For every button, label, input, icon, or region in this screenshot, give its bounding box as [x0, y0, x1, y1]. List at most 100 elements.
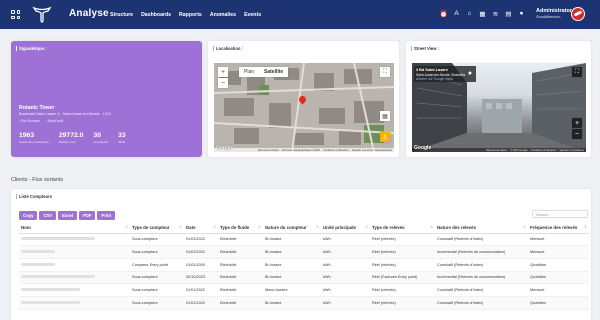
cell-unite: kWh	[321, 258, 370, 272]
signaletique-card: Signalétique : Rotanic Tower Boulevard S…	[11, 41, 202, 157]
street-view-panorama[interactable]: 3 Bd Saint-Lazare Saint-Josse-ten-Noode,…	[412, 63, 586, 152]
zoom-out-button[interactable]: −	[572, 129, 582, 139]
streetview-maps-link[interactable]: Afficher sur Google Maps	[416, 77, 453, 81]
wifi-icon[interactable]: ≋	[492, 10, 499, 18]
fullscreen-icon[interactable]: ⛶	[380, 67, 390, 77]
alarm-clock-icon[interactable]: ⏰	[439, 10, 447, 18]
col-type-releves[interactable]: Type de relevés	[370, 222, 435, 234]
table-row[interactable]: Compteur Entry point 01/01/2000 Electricit…	[19, 258, 589, 272]
layers-icon[interactable]: ▦	[380, 111, 390, 121]
streetview-pin-icon[interactable]: ●	[465, 68, 475, 78]
copy-button[interactable]: Copy	[19, 211, 38, 220]
col-type-compteur[interactable]: Type de compteur	[130, 222, 184, 234]
redacted-name-placeholder	[21, 262, 55, 266]
map-terms-link[interactable]: Conditions d'utilisation	[323, 149, 349, 152]
meter-list-title: Liste Compteurs	[16, 194, 52, 199]
cell-date: 01/01/2022	[184, 233, 218, 247]
excel-button[interactable]: Excel	[58, 211, 78, 220]
col-unite[interactable]: Unité principale	[321, 222, 370, 234]
brand-logo[interactable]	[32, 4, 52, 24]
cell-frequence: Mensuel	[528, 233, 589, 247]
cell-frequence: Quotidien	[528, 258, 589, 272]
user-info[interactable]: Administrator GoodAfternoon	[536, 8, 572, 19]
nav-rapports[interactable]: Rapports	[179, 12, 202, 18]
cell-type-fluide: Electricité	[218, 296, 263, 310]
cell-type-fluide: Electricité	[218, 245, 263, 259]
redacted-name-placeholder	[21, 250, 55, 254]
cell-type-compteur: Sous-compteur	[130, 233, 184, 247]
cell-type-compteur: Sous-compteur	[130, 296, 184, 310]
cell-nature-releves: Incrémental (Relevés de consommation)	[435, 271, 528, 285]
cell-type-compteur: Compteur Entry point	[130, 258, 184, 272]
building-stats: 1963 Année de construction 29772.0 Surfa…	[19, 132, 126, 144]
col-nature-releves[interactable]: Nature des relevés	[435, 222, 528, 234]
table-search-input[interactable]: Search...	[532, 210, 588, 218]
cell-type-releves: Réel (relevés)	[370, 245, 435, 259]
sv-shortcuts-link[interactable]: Raccourcis clavier	[486, 149, 507, 152]
cell-type-releves: Réel (relevés)	[370, 296, 435, 310]
redacted-name-placeholder	[21, 300, 80, 304]
location-icon[interactable]: ●	[518, 10, 525, 17]
cell-type-releves: Réel (Factures Entry point)	[370, 271, 435, 285]
table-row[interactable]: Sous-compteur 01/01/2022 Electricité Bi-hor…	[19, 233, 589, 247]
sv-report-link[interactable]: Signaler un problème	[559, 149, 584, 152]
col-date[interactable]: Date	[184, 222, 218, 234]
csv-button[interactable]: CSV	[39, 211, 57, 220]
cell-nature-releves: Cumulatif (Relevés d'index)	[435, 296, 528, 310]
satellite-map[interactable]: Plan Satellite + − ⛶ ▦ ♙ Raccourcis clav…	[214, 63, 394, 152]
top-navbar: Analyse Structure Dashboards Rapports An…	[0, 0, 600, 29]
cell-type-fluide: Electricité	[218, 258, 263, 272]
home-icon[interactable]: ⌂	[466, 10, 473, 17]
fullscreen-icon[interactable]: ⛶	[572, 67, 582, 77]
nav-anomalies[interactable]: Anomalies	[210, 12, 236, 18]
avatar[interactable]	[571, 7, 585, 21]
app-title: Analyse	[69, 8, 109, 19]
sv-credit: © 2023 Google	[510, 148, 528, 152]
col-nature-compteur[interactable]: Nature du compteur	[263, 222, 321, 234]
nav-structure[interactable]: Structure	[110, 12, 133, 18]
zoom-in-button[interactable]: +	[218, 67, 228, 77]
nav-events[interactable]: Events	[244, 12, 261, 18]
print-button[interactable]: Print	[97, 211, 115, 220]
building-type: ▪ Tour Bureaux	[19, 119, 40, 123]
map-type-satellite[interactable]: Satellite	[259, 67, 288, 77]
zoom-out-button[interactable]: −	[218, 78, 228, 88]
localisation-title: Localisation :	[213, 46, 243, 51]
building-name: Rotanic Tower	[19, 105, 55, 111]
nav-dashboards[interactable]: Dashboards	[141, 12, 171, 18]
google-logo: Google	[216, 145, 234, 151]
translate-icon[interactable]: A	[453, 10, 460, 17]
streetview-footer: Raccourcis clavier © 2023 Google Conditi…	[412, 148, 586, 152]
pdf-button[interactable]: PDF	[79, 211, 96, 220]
stat-year: 1963 Année de construction	[19, 132, 49, 144]
export-buttons: Copy CSV Excel PDF Print	[19, 211, 115, 220]
cell-unite: kWh	[321, 296, 370, 310]
cell-nature-compteur: Bi-horaire	[263, 296, 321, 310]
col-nom[interactable]: Nom	[19, 222, 130, 234]
cell-nom	[19, 283, 130, 297]
cell-nom	[19, 271, 130, 285]
cell-date: 01/01/2022	[184, 283, 218, 297]
stat-meters: 30 Compteurs	[93, 132, 109, 144]
cell-type-releves: Réel (relevés)	[370, 258, 435, 272]
cell-unite: kWh	[321, 283, 370, 297]
pegman-icon[interactable]: ♙	[380, 132, 390, 142]
apps-grid-icon[interactable]	[11, 10, 20, 19]
sv-terms-link[interactable]: Conditions d'utilisation	[531, 149, 557, 152]
building-address: Boulevard Saint-Lazare 4 - Saint-Josse-t…	[19, 112, 111, 116]
cell-nom	[19, 296, 130, 310]
map-shortcuts-link[interactable]: Raccourcis clavier	[258, 149, 279, 152]
table-row[interactable]: Sous-compteur 01/01/2022 Electricité Bi-hor…	[19, 245, 589, 259]
map-footer: Raccourcis clavier Données cartographiqu…	[214, 148, 394, 152]
map-report-link[interactable]: Signaler une erreur cartographique	[352, 149, 392, 152]
cell-nature-releves: Cumulatif (Relevés d'index)	[435, 258, 528, 272]
table-row[interactable]: Sous-compteur 01/01/2022 Electricité Mono-h…	[19, 283, 589, 297]
calendar-icon[interactable]: ▦	[479, 10, 486, 18]
col-type-fluide[interactable]: Type de fluide	[218, 222, 263, 234]
col-frequence[interactable]: Fréquence des relevés	[528, 222, 589, 234]
zoom-in-button[interactable]: +	[572, 118, 582, 128]
document-icon[interactable]: ▤	[505, 10, 512, 18]
map-type-plan[interactable]: Plan	[239, 67, 259, 77]
table-row[interactable]: Sous-compteur 01/01/2022 Electricité Bi-hor…	[19, 296, 589, 310]
table-row[interactable]: Sous-compteur 02/10/2023 Electricité Bi-hor…	[19, 271, 589, 285]
